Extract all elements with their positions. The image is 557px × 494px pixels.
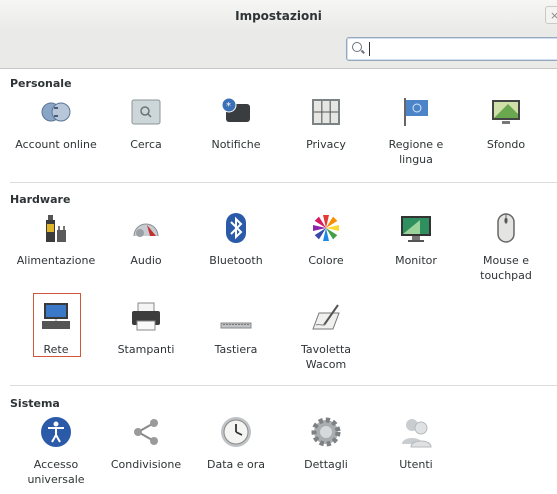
- notifications-icon: *: [221, 97, 250, 122]
- accessibility-icon: [41, 417, 71, 447]
- window-title: Impostazioni: [235, 9, 322, 23]
- clock-icon: [221, 417, 251, 447]
- panel-label: Account online: [15, 138, 97, 151]
- display-icon: [401, 216, 431, 242]
- svg-text:*: *: [226, 101, 231, 112]
- section-title-personale: Personale: [10, 77, 72, 90]
- sharing-icon: [134, 419, 158, 445]
- panel-label: Mouse e touchpad: [480, 254, 532, 282]
- panel-label: Colore: [308, 254, 344, 267]
- mouse-icon: [497, 213, 515, 243]
- close-button[interactable]: ×: [545, 6, 557, 24]
- background-icon: [492, 100, 520, 124]
- color-icon: [313, 215, 339, 241]
- section-divider: [10, 385, 557, 386]
- panel-label: Regione e lingua: [388, 138, 444, 166]
- wacom-icon: [312, 304, 340, 330]
- keyboard-icon: [220, 322, 252, 329]
- network-icon: [42, 303, 70, 329]
- panel-label: Notifiche: [211, 138, 261, 151]
- sound-icon: [133, 223, 159, 237]
- search-bar: [0, 34, 557, 69]
- online-accounts-icon: [41, 102, 71, 122]
- panel-label: Data e ora: [206, 458, 266, 471]
- panel-label: Audio: [130, 254, 162, 267]
- panel-label: Bluetooth: [209, 254, 263, 267]
- panel-label: Cerca: [130, 138, 162, 151]
- search-icon: [352, 42, 362, 52]
- search-settings-icon: [131, 99, 161, 125]
- panel-label: Tavoletta Wacom: [300, 343, 352, 371]
- panel-label: Monitor: [395, 254, 437, 267]
- panel-label: Sfondo: [486, 138, 526, 151]
- section-divider: [10, 182, 557, 183]
- region-language-icon: [404, 98, 428, 126]
- panel-label: Rete: [43, 343, 69, 356]
- section-title-hardware: Hardware: [10, 193, 71, 206]
- details-gear-icon: [311, 417, 341, 447]
- users-icon: [402, 419, 432, 448]
- bluetooth-icon: [226, 213, 246, 243]
- text-caret: [369, 42, 370, 56]
- printer-icon: [132, 302, 160, 331]
- panel-label: Privacy: [306, 138, 346, 151]
- panel-label: Accesso universale: [27, 458, 85, 486]
- panel-label: Utenti: [399, 458, 433, 471]
- panel-label: Condivisione: [110, 458, 182, 471]
- panel-label: Tastiera: [214, 343, 258, 356]
- privacy-icon: [312, 99, 340, 125]
- panel-label: Dettagli: [304, 458, 348, 471]
- search-input[interactable]: [346, 37, 557, 61]
- power-icon: [46, 215, 66, 242]
- panel-label: Stampanti: [117, 343, 175, 356]
- title-bar: Impostazioni ×: [0, 0, 557, 35]
- section-title-sistema: Sistema: [10, 397, 60, 410]
- panel-label: Alimentazione: [16, 254, 96, 267]
